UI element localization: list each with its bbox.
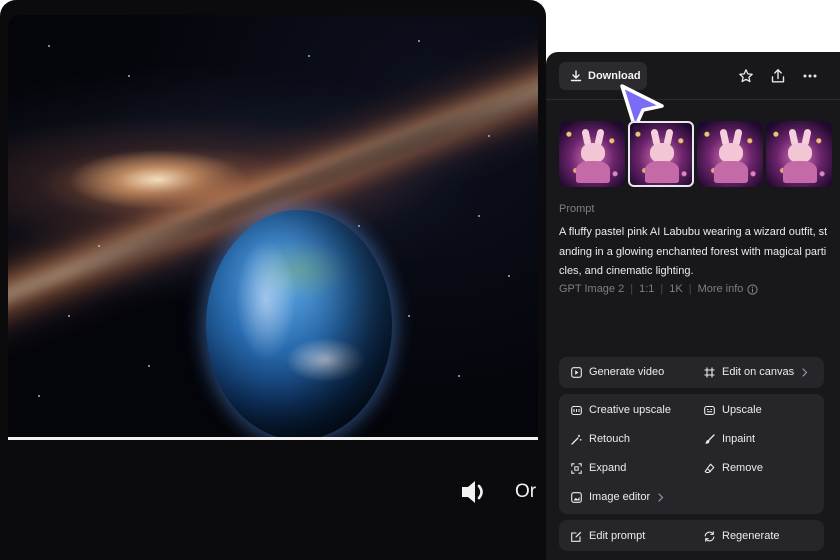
video-progress-bar[interactable] — [8, 437, 538, 440]
action-group-video: Generate video Edit on canvas — [559, 357, 824, 388]
meta-resolution: 1K — [669, 283, 683, 295]
remove-label: Remove — [722, 462, 763, 474]
video-frame[interactable] — [8, 15, 538, 439]
expand-button[interactable]: Expand — [571, 462, 626, 474]
edit-prompt-icon — [571, 531, 582, 542]
more-icon[interactable] — [802, 68, 818, 84]
image-editor-label: Image editor — [589, 491, 651, 503]
earth-planet — [206, 210, 392, 439]
more-info-label: More info — [697, 283, 744, 295]
remove-button[interactable]: Remove — [704, 462, 763, 474]
expand-icon — [571, 462, 582, 474]
thumbnail-strip — [559, 121, 832, 187]
panel-header: Download — [546, 52, 840, 130]
edit-on-canvas-button[interactable]: Edit on canvas — [704, 366, 808, 378]
regenerate-label: Regenerate — [722, 530, 780, 542]
prompt-label: Prompt — [559, 203, 595, 215]
more-info-link[interactable]: More info — [698, 283, 759, 295]
download-label: Download — [588, 70, 641, 82]
retouch-label: Retouch — [589, 433, 630, 445]
action-group-prompt: Edit prompt Regenerate — [559, 520, 824, 551]
creative-upscale-icon — [571, 405, 582, 415]
thumbnail-3[interactable] — [697, 121, 763, 187]
edit-on-canvas-label: Edit on canvas — [722, 366, 795, 378]
chevron-right-icon — [658, 492, 664, 502]
upscale-icon — [704, 405, 715, 415]
inpaint-label: Inpaint — [722, 433, 756, 445]
upscale-label: Upscale — [722, 404, 762, 416]
creative-upscale-button[interactable]: Creative upscale — [571, 404, 671, 416]
download-icon — [570, 70, 582, 82]
generation-meta: GPT Image 2 | 1:1 | 1K | More info — [559, 283, 759, 295]
canvas-frame-icon — [704, 367, 715, 377]
edit-prompt-label: Edit prompt — [589, 530, 646, 542]
action-group-edit: Creative upscale Upscale Retouch Inpaint — [559, 394, 824, 514]
play-box-icon — [571, 366, 582, 378]
retouch-button[interactable]: Retouch — [571, 433, 630, 445]
video-player-window: Or — [0, 0, 546, 560]
magic-wand-icon — [571, 434, 582, 445]
thumbnail-2-selected[interactable] — [628, 121, 694, 187]
thumbnail-1[interactable] — [559, 121, 625, 187]
thumbnail-4[interactable] — [766, 121, 832, 187]
prompt-text: A fluffy pastel pink AI Labubu wearing a… — [559, 226, 828, 277]
expand-label: Expand — [589, 462, 627, 474]
brush-icon — [705, 433, 715, 444]
eraser-icon — [704, 463, 715, 473]
generate-video-button[interactable]: Generate video — [571, 366, 664, 378]
video-subtitle: Or — [515, 481, 537, 502]
info-icon — [747, 283, 759, 295]
meta-ratio: 1:1 — [639, 283, 655, 295]
chevron-right-icon — [802, 367, 808, 377]
regenerate-button[interactable]: Regenerate — [704, 530, 780, 542]
share-icon[interactable] — [770, 68, 786, 84]
volume-button[interactable] — [460, 478, 490, 506]
image-details-panel: Download Prompt A fluffy pastel pink AI … — [546, 52, 840, 560]
generate-video-label: Generate video — [589, 366, 665, 378]
image-editor-button[interactable]: Image editor — [571, 491, 664, 503]
star-icon[interactable] — [738, 68, 754, 84]
inpaint-button[interactable]: Inpaint — [704, 433, 755, 445]
upscale-button[interactable]: Upscale — [704, 404, 762, 416]
refresh-icon — [704, 530, 715, 542]
meta-model: GPT Image 2 — [559, 283, 625, 295]
image-editor-icon — [571, 491, 582, 503]
edit-prompt-button[interactable]: Edit prompt — [571, 530, 645, 542]
creative-upscale-label: Creative upscale — [589, 404, 671, 416]
speaker-icon — [462, 481, 483, 503]
